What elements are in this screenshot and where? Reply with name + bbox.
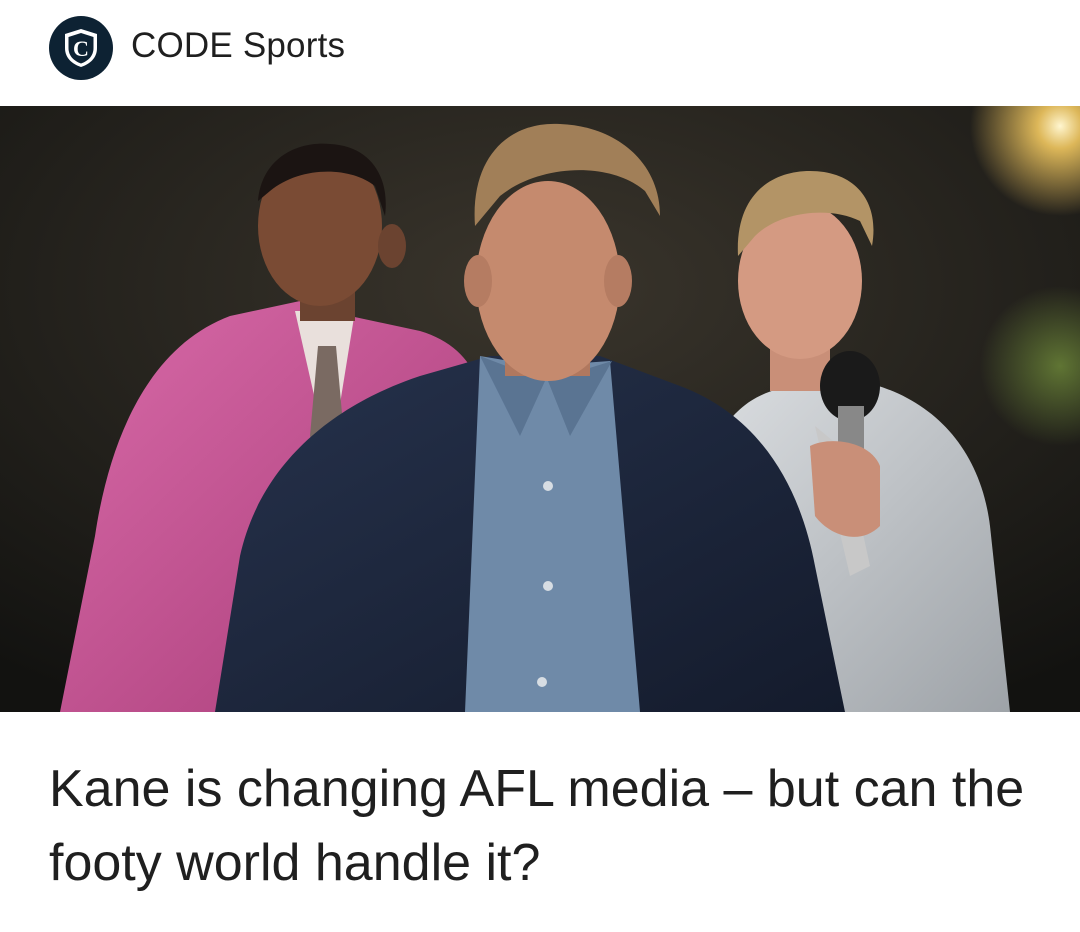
news-card[interactable]: C CODE Sports Kane is changing AFL media… xyxy=(0,0,1080,932)
shield-icon: C xyxy=(65,28,97,67)
article-headline[interactable]: Kane is changing AFL media – but can the… xyxy=(49,752,1039,900)
logo-letter: C xyxy=(73,36,89,61)
hero-illustration xyxy=(0,106,1080,712)
publisher-header[interactable]: C CODE Sports xyxy=(0,0,1080,105)
publisher-name[interactable]: CODE Sports xyxy=(131,26,345,66)
article-hero-image[interactable] xyxy=(0,106,1080,712)
code-sports-logo-icon: C xyxy=(49,15,113,80)
